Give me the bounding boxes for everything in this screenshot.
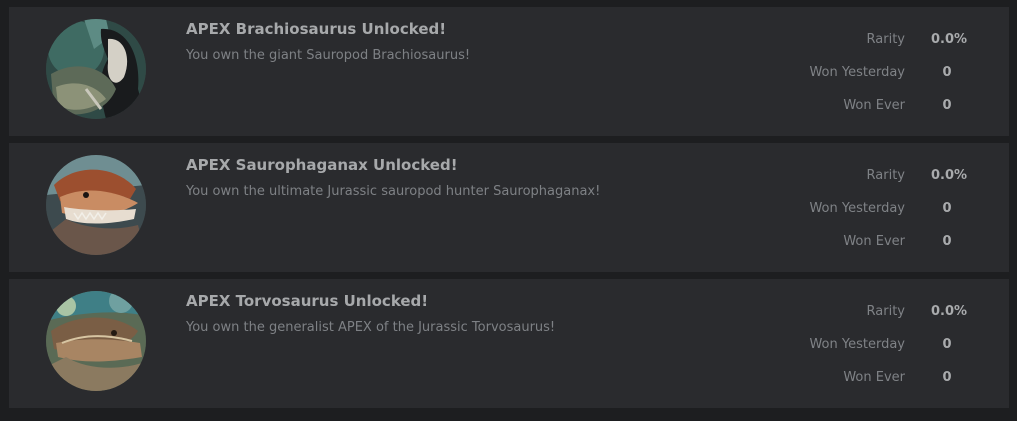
brachiosaurus-icon	[46, 19, 146, 119]
achievement-list: APEX Brachiosaurus Unlocked! You own the…	[0, 0, 1017, 421]
won-ever-value: 0	[942, 98, 952, 113]
rarity-label: Rarity	[866, 304, 905, 319]
achievement-title: APEX Torvosaurus Unlocked!	[186, 292, 429, 310]
rarity-label: Rarity	[866, 32, 905, 47]
won-yesterday-value: 0	[942, 337, 952, 352]
achievement-card[interactable]: APEX Saurophaganax Unlocked! You own the…	[9, 143, 1009, 272]
won-ever-value: 0	[942, 370, 952, 385]
saurophaganax-icon	[46, 155, 146, 255]
achievement-card[interactable]: APEX Brachiosaurus Unlocked! You own the…	[9, 7, 1009, 136]
rarity-value: 0.0%	[931, 32, 968, 47]
achievement-description: You own the generalist APEX of the Juras…	[186, 320, 556, 335]
achievement-description: You own the ultimate Jurassic sauropod h…	[186, 184, 601, 199]
won-ever-label: Won Ever	[843, 234, 905, 249]
achievement-title: APEX Saurophaganax Unlocked!	[186, 156, 458, 174]
rarity-value: 0.0%	[931, 168, 968, 183]
achievement-card[interactable]: APEX Torvosaurus Unlocked! You own the g…	[9, 279, 1009, 408]
rarity-value: 0.0%	[931, 304, 968, 319]
won-ever-label: Won Ever	[843, 98, 905, 113]
won-ever-label: Won Ever	[843, 370, 905, 385]
torvosaurus-icon	[46, 291, 146, 391]
achievement-title: APEX Brachiosaurus Unlocked!	[186, 20, 447, 38]
won-ever-value: 0	[942, 234, 952, 249]
achievement-description: You own the giant Sauropod Brachiosaurus…	[186, 48, 471, 63]
rarity-label: Rarity	[866, 168, 905, 183]
won-yesterday-value: 0	[942, 65, 952, 80]
won-yesterday-label: Won Yesterday	[809, 201, 905, 216]
won-yesterday-value: 0	[942, 201, 952, 216]
won-yesterday-label: Won Yesterday	[809, 65, 905, 80]
won-yesterday-label: Won Yesterday	[809, 337, 905, 352]
